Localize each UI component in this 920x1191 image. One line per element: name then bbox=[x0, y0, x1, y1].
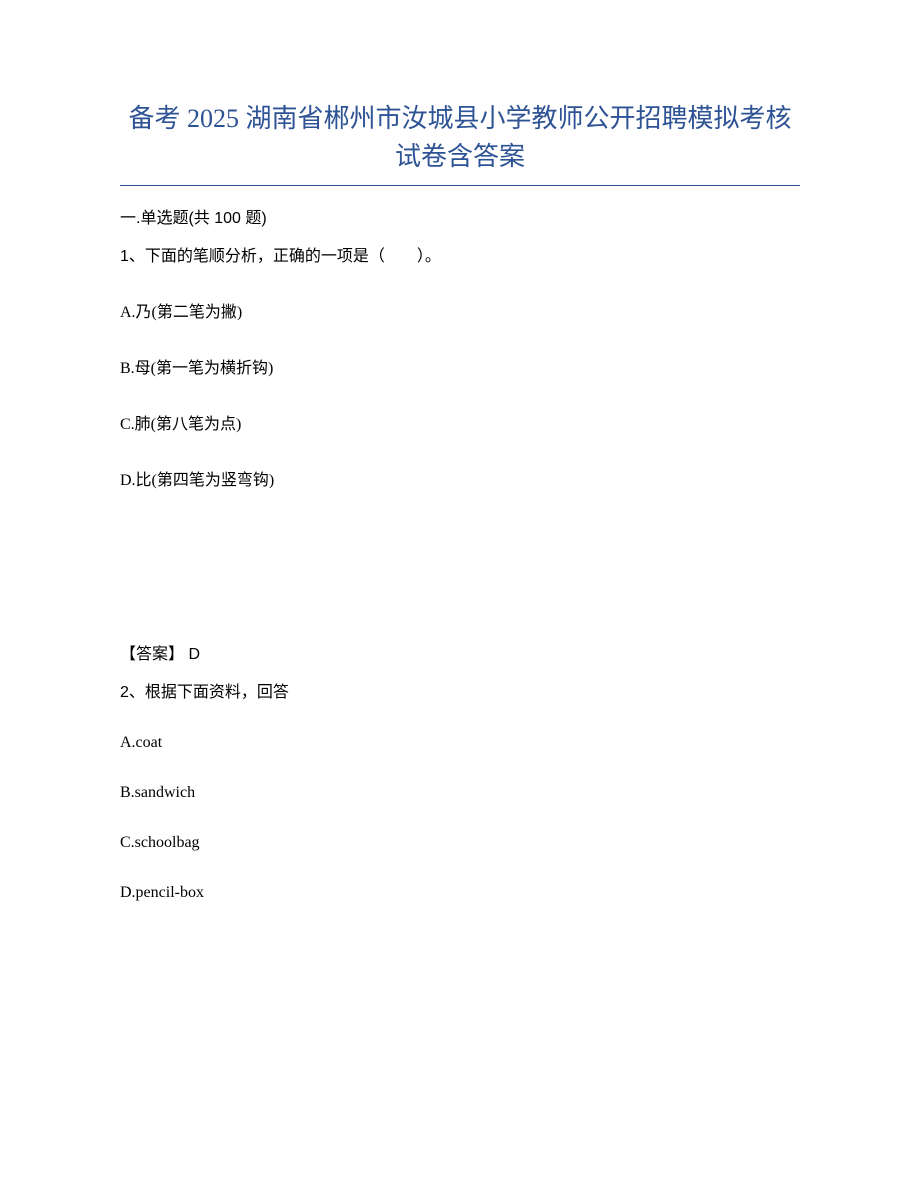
document-page: 备考 2025 湖南省郴州市汝城县小学教师公开招聘模拟考核 试卷含答案 一.单选… bbox=[0, 0, 920, 994]
question-1-stem: 1、下面的笔顺分析，正确的一项是（ ）。 bbox=[120, 242, 800, 266]
question-1-option-c: C.肺(第八笔为点) bbox=[120, 410, 800, 434]
title-line-2: 试卷含答案 bbox=[395, 142, 525, 171]
question-1-option-d: D.比(第四笔为竖弯钩) bbox=[120, 466, 800, 490]
question-2-option-c: C.schoolbag bbox=[120, 834, 800, 852]
document-title: 备考 2025 湖南省郴州市汝城县小学教师公开招聘模拟考核 试卷含答案 bbox=[120, 100, 800, 186]
question-2-stem: 2、根据下面资料，回答 bbox=[120, 678, 800, 702]
title-line-1: 备考 2025 湖南省郴州市汝城县小学教师公开招聘模拟考核 bbox=[128, 104, 791, 133]
question-2-option-b: B.sandwich bbox=[120, 784, 800, 802]
question-1-option-a: A.乃(第二笔为撇) bbox=[120, 298, 800, 322]
section-header: 一.单选题(共 100 题) bbox=[120, 204, 800, 228]
question-1-answer: 【答案】 D bbox=[120, 640, 800, 664]
question-2-option-a: A.coat bbox=[120, 734, 800, 752]
question-1-option-b: B.母(第一笔为横折钩) bbox=[120, 354, 800, 378]
question-2-option-d: D.pencil-box bbox=[120, 884, 800, 902]
